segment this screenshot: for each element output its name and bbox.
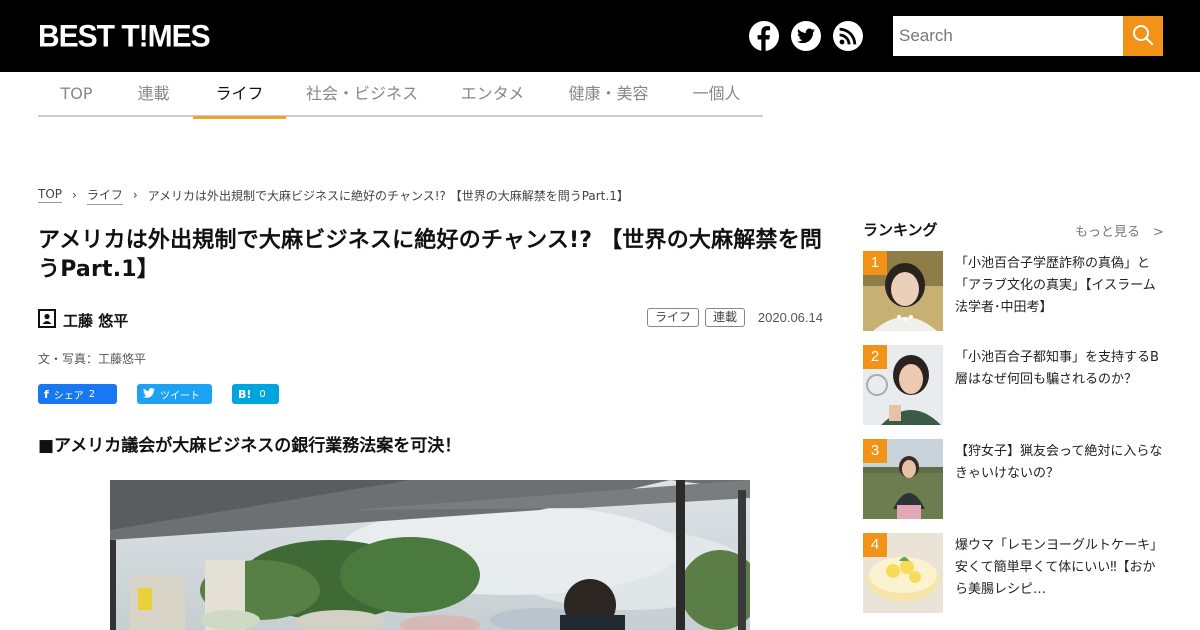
article-title: アメリカは外出規制で大麻ビジネスに絶好のチャンス!? 【世界の大麻解禁を問うPa… xyxy=(38,228,823,282)
logo-text: BEST T!MES xyxy=(38,19,211,54)
facebook-share-button[interactable]: f シェア 2 xyxy=(38,384,117,404)
nav-item-top[interactable]: TOP xyxy=(38,72,115,117)
twitter-icon xyxy=(143,387,155,401)
twitter-share-label: ツイート xyxy=(160,390,200,402)
hatena-bookmark-button[interactable]: B! 0 xyxy=(232,384,279,404)
ranking-title[interactable]: 「小池百合子学歴詐称の真偽」と「アラブ文化の真実」【イスラーム法学者･中田考】 xyxy=(955,253,1163,319)
publish-date: 2020.06.14 xyxy=(757,310,823,325)
article-credit: 文・写真：工藤悠平 xyxy=(38,352,147,366)
breadcrumb-current: アメリカは外出規制で大麻ビジネスに絶好のチャンス!? 【世界の大麻解禁を問うPa… xyxy=(147,188,629,203)
search-icon xyxy=(1132,24,1154,49)
ranking-number: 4 xyxy=(863,533,887,557)
nav-item-life[interactable]: ライフ xyxy=(193,72,286,119)
article-subheading: ■アメリカ議会が大麻ビジネスの銀行業務法案を可決！ xyxy=(38,436,462,456)
author-name[interactable]: 工藤 悠平 xyxy=(63,310,128,331)
author-icon xyxy=(38,309,56,332)
tag-series[interactable]: 連載 xyxy=(705,308,746,327)
ranking-more-link[interactable]: もっと見る > xyxy=(1075,221,1164,240)
ranking-item[interactable]: 2 「小池百合子都知事」を支持するB層はなぜ何回も騙されるのか？ xyxy=(863,345,1163,425)
ranking-title[interactable]: 【狩女子】猟友会って絶対に入らなきゃいけないの？ xyxy=(955,441,1163,485)
nav-item-entertainment[interactable]: エンタメ xyxy=(438,72,547,117)
article-meta: 工藤 悠平 ライフ 連載 2020.06.14 xyxy=(38,308,823,332)
tag-life[interactable]: ライフ xyxy=(647,308,700,327)
hatena-icon: B! xyxy=(238,387,252,401)
nav-item-health-beauty[interactable]: 健康・美容 xyxy=(547,72,670,117)
ranking-item[interactable]: 1 「小池百合子学歴詐称の真偽」と「アラブ文化の真実」【イスラーム法学者･中田考… xyxy=(863,251,1163,331)
facebook-icon: f xyxy=(44,387,49,401)
ranking-heading: ランキング xyxy=(863,221,938,239)
main-nav: TOP 連載 ライフ 社会・ビジネス エンタメ 健康・美容 一個人 xyxy=(38,72,763,119)
nav-item-ikkojin[interactable]: 一個人 xyxy=(670,72,763,117)
facebook-share-count: 2 xyxy=(88,388,96,400)
site-logo[interactable]: BEST T!MES xyxy=(38,19,211,55)
ranking-item[interactable]: 4 爆ウマ「レモンヨーグルトケーキ」安くて簡単早くて体にいい‼︎【おから美腸レシ… xyxy=(863,533,1163,613)
ranking-title[interactable]: 爆ウマ「レモンヨーグルトケーキ」安くて簡単早くて体にいい‼︎【おから美腸レシピ… xyxy=(955,535,1163,601)
facebook-icon[interactable] xyxy=(749,21,779,51)
search-button[interactable] xyxy=(1123,16,1163,56)
twitter-share-button[interactable]: ツイート xyxy=(137,384,212,404)
ranking-number: 3 xyxy=(863,439,887,463)
ranking-item[interactable]: 3 【狩女子】猟友会って絶対に入らなきゃいけないの？ xyxy=(863,439,1163,519)
breadcrumb-top[interactable]: TOP xyxy=(38,187,63,203)
rss-icon[interactable] xyxy=(833,21,863,51)
ranking-number: 1 xyxy=(863,251,887,275)
nav-item-series[interactable]: 連載 xyxy=(115,72,192,117)
ranking-number: 2 xyxy=(863,345,887,369)
breadcrumb-life[interactable]: ライフ xyxy=(86,186,123,205)
nav-item-society-business[interactable]: 社会・ビジネス xyxy=(286,72,438,117)
chevron-right-icon: › xyxy=(132,188,138,202)
hatena-count: 0 xyxy=(259,388,266,400)
facebook-share-label: シェア xyxy=(53,390,84,402)
article-photo xyxy=(110,480,750,630)
ranking-title[interactable]: 「小池百合子都知事」を支持するB層はなぜ何回も騙されるのか？ xyxy=(955,347,1163,391)
chevron-right-icon: › xyxy=(72,188,77,202)
search-input[interactable] xyxy=(893,16,1123,56)
site-header: BEST T!MES xyxy=(0,0,1200,72)
breadcrumb: TOP › ライフ › アメリカは外出規制で大麻ビジネスに絶好のチャンス!? 【… xyxy=(38,185,629,205)
twitter-icon[interactable] xyxy=(791,21,821,51)
